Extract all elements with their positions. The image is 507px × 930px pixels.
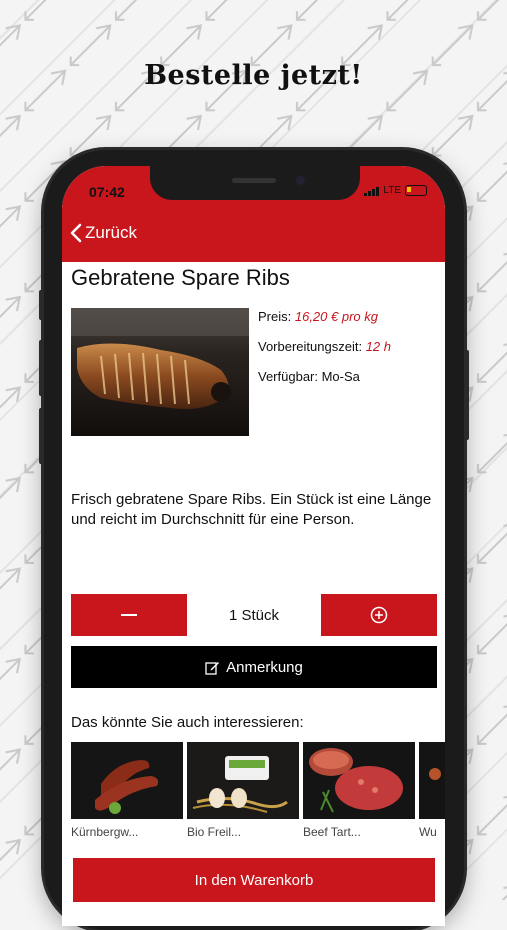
price-label: Preis: bbox=[258, 309, 292, 324]
availability-row: Verfügbar: Mo-Sa bbox=[258, 369, 360, 384]
related-item-card[interactable]: Wu bbox=[419, 742, 445, 839]
phone-silent-switch bbox=[39, 290, 43, 320]
quantity-value: 1 Stück bbox=[228, 606, 280, 624]
back-label: Zurück bbox=[85, 223, 137, 242]
spare-ribs-photo bbox=[71, 308, 249, 436]
edit-icon bbox=[205, 661, 220, 675]
chevron-left-icon bbox=[70, 223, 82, 243]
note-button-label: Anmerkung bbox=[226, 658, 303, 676]
status-time: 07:42 bbox=[89, 184, 125, 200]
increase-quantity-button[interactable] bbox=[321, 594, 437, 636]
sausage-image bbox=[71, 742, 183, 819]
prep-time-value: 12 h bbox=[365, 339, 392, 354]
signal-icon bbox=[364, 186, 380, 196]
status-icons: LTE bbox=[364, 185, 427, 196]
price-row: Preis: 16,20 € pro kg bbox=[258, 309, 391, 339]
product-info: Preis: 16,20 € pro kg Vorbereitungszeit:… bbox=[258, 309, 391, 399]
product-description: Frisch gebratene Spare Ribs. Ein Stück i… bbox=[71, 491, 432, 528]
quantity-stepper: 1 Stück bbox=[71, 594, 437, 636]
price-value: 16,20 € pro kg bbox=[294, 309, 378, 324]
plus-circle-icon bbox=[370, 606, 388, 624]
back-button[interactable]: Zurück bbox=[70, 223, 137, 243]
phone-power-button bbox=[465, 350, 469, 440]
minus-icon bbox=[121, 614, 137, 616]
app-header: 07:42 LTE Zurück bbox=[62, 166, 445, 262]
related-item-card[interactable]: Kürnbergw... bbox=[71, 742, 183, 839]
decrease-quantity-button[interactable] bbox=[71, 594, 187, 636]
product-title: Gebratene Spare Ribs bbox=[71, 265, 290, 290]
related-item-label: Kürnbergw... bbox=[71, 825, 139, 839]
app-screen: 07:42 LTE Zurück Gebratene Spare Ribs Pr… bbox=[62, 166, 445, 926]
phone-notch bbox=[150, 166, 360, 200]
related-item-label: Wu bbox=[419, 825, 437, 839]
related-item-card[interactable]: Beef Tart... bbox=[303, 742, 415, 839]
related-carousel[interactable]: Kürnbergw... Bio Freil... Beef Tart... W… bbox=[71, 742, 445, 852]
related-item-label: Beef Tart... bbox=[303, 825, 361, 839]
prep-time-label: Vorbereitungszeit: bbox=[258, 339, 363, 354]
phone-volume-down bbox=[39, 408, 43, 464]
product-image bbox=[71, 308, 249, 436]
beef-tartare-image bbox=[303, 742, 415, 819]
add-to-cart-button[interactable]: In den Warenkorb bbox=[73, 858, 435, 902]
related-heading: Das könnte Sie auch interessieren: bbox=[71, 714, 304, 731]
eggs-image bbox=[187, 742, 299, 819]
speaker-grille bbox=[232, 178, 276, 183]
front-camera bbox=[296, 176, 305, 185]
related-item-image bbox=[419, 742, 445, 819]
promo-headline: Bestelle jetzt! bbox=[144, 60, 363, 91]
prep-time-row: Vorbereitungszeit: 12 h bbox=[258, 339, 391, 369]
battery-icon bbox=[405, 185, 427, 196]
phone-volume-up bbox=[39, 340, 43, 396]
note-button[interactable]: Anmerkung bbox=[71, 646, 437, 688]
related-item-card[interactable]: Bio Freil... bbox=[187, 742, 299, 839]
related-item-label: Bio Freil... bbox=[187, 825, 242, 839]
network-type: LTE bbox=[383, 185, 401, 196]
